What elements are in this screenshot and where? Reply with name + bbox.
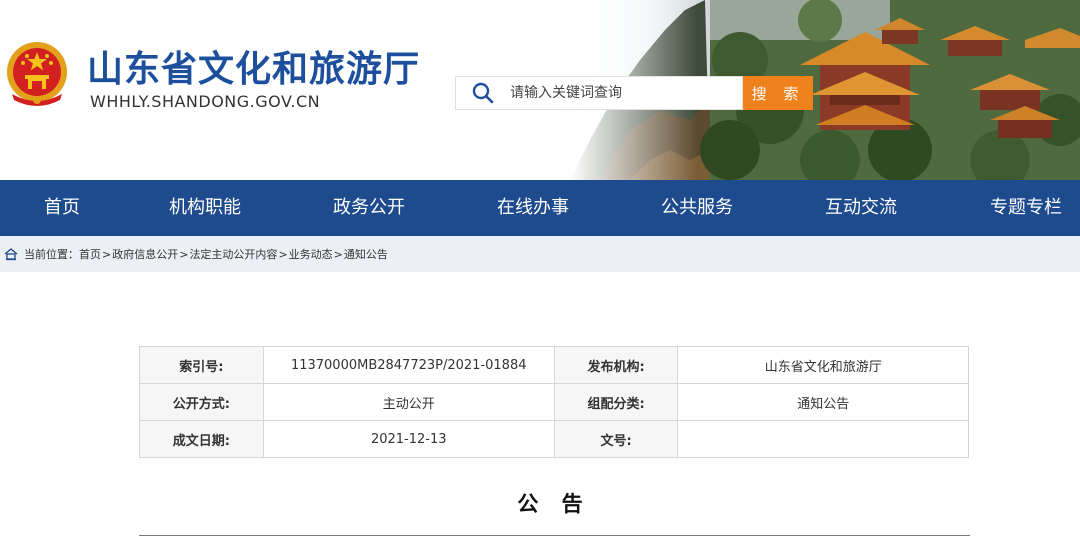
doc-number-label: 文号: bbox=[553, 420, 679, 458]
date-label: 成文日期: bbox=[139, 420, 264, 458]
category-value: 通知公告 bbox=[677, 383, 969, 421]
breadcrumb-home[interactable]: 首页 bbox=[79, 246, 101, 262]
document-info-table: 索引号: 11370000MB2847723P/2021-01884 发布机构:… bbox=[139, 346, 969, 458]
divider bbox=[139, 535, 970, 536]
table-row: 成文日期: 2021-12-13 文号: bbox=[139, 420, 969, 458]
search-button[interactable]: 搜 索 bbox=[743, 76, 813, 110]
site-header: 山东省文化和旅游厅 WHHLY.SHANDONG.GOV.CN 搜 索 bbox=[0, 0, 1080, 180]
table-row: 索引号: 11370000MB2847723P/2021-01884 发布机构:… bbox=[139, 346, 969, 384]
doc-number-value bbox=[677, 420, 969, 458]
publisher-label: 发布机构: bbox=[553, 346, 679, 384]
breadcrumb-prefix: 当前位置： bbox=[24, 248, 79, 261]
nav-item-interaction[interactable]: 互动交流 bbox=[825, 180, 897, 236]
breadcrumb-separator: > bbox=[278, 247, 288, 261]
notice-title: 公 告 bbox=[517, 492, 591, 516]
category-label: 组配分类: bbox=[553, 383, 679, 421]
nav-item-special-topics[interactable]: 专题专栏 bbox=[990, 180, 1062, 236]
index-number-label: 索引号: bbox=[139, 346, 264, 384]
breadcrumb-gov-info[interactable]: 政府信息公开 bbox=[112, 246, 178, 262]
breadcrumb-statutory[interactable]: 法定主动公开内容 bbox=[189, 246, 277, 262]
search-box bbox=[455, 76, 743, 110]
site-title[interactable]: 山东省文化和旅游厅 bbox=[87, 40, 420, 92]
disclosure-method-label: 公开方式: bbox=[139, 383, 264, 421]
nav-item-public-services[interactable]: 公共服务 bbox=[661, 180, 733, 236]
index-number-value: 11370000MB2847723P/2021-01884 bbox=[262, 346, 555, 384]
date-value: 2021-12-13 bbox=[262, 420, 555, 458]
breadcrumb-separator: > bbox=[102, 247, 112, 261]
publisher-value: 山东省文化和旅游厅 bbox=[677, 346, 969, 384]
disclosure-method-value: 主动公开 bbox=[262, 383, 555, 421]
nav-item-home[interactable]: 首页 bbox=[44, 180, 80, 236]
breadcrumb-business[interactable]: 业务动态 bbox=[289, 246, 333, 262]
nav-item-online-services[interactable]: 在线办事 bbox=[497, 180, 569, 236]
search-input[interactable] bbox=[510, 78, 730, 108]
home-icon bbox=[4, 247, 18, 261]
search-icon bbox=[456, 76, 510, 110]
table-row: 公开方式: 主动公开 组配分类: 通知公告 bbox=[139, 383, 969, 421]
breadcrumb-separator: > bbox=[333, 247, 343, 261]
breadcrumb-separator: > bbox=[179, 247, 189, 261]
breadcrumb-notices[interactable]: 通知公告 bbox=[344, 246, 388, 262]
national-emblem-icon bbox=[7, 42, 67, 106]
site-domain: WHHLY.SHANDONG.GOV.CN bbox=[90, 92, 321, 111]
main-nav: 首页 机构职能 政务公开 在线办事 公共服务 互动交流 专题专栏 bbox=[0, 180, 1080, 236]
nav-item-functions[interactable]: 机构职能 bbox=[169, 180, 241, 236]
breadcrumb: 当前位置： 首页 > 政府信息公开 > 法定主动公开内容 > 业务动态 > 通知… bbox=[0, 236, 1080, 272]
nav-item-gov-affairs[interactable]: 政务公开 bbox=[333, 180, 405, 236]
search-bar: 搜 索 bbox=[455, 76, 813, 110]
